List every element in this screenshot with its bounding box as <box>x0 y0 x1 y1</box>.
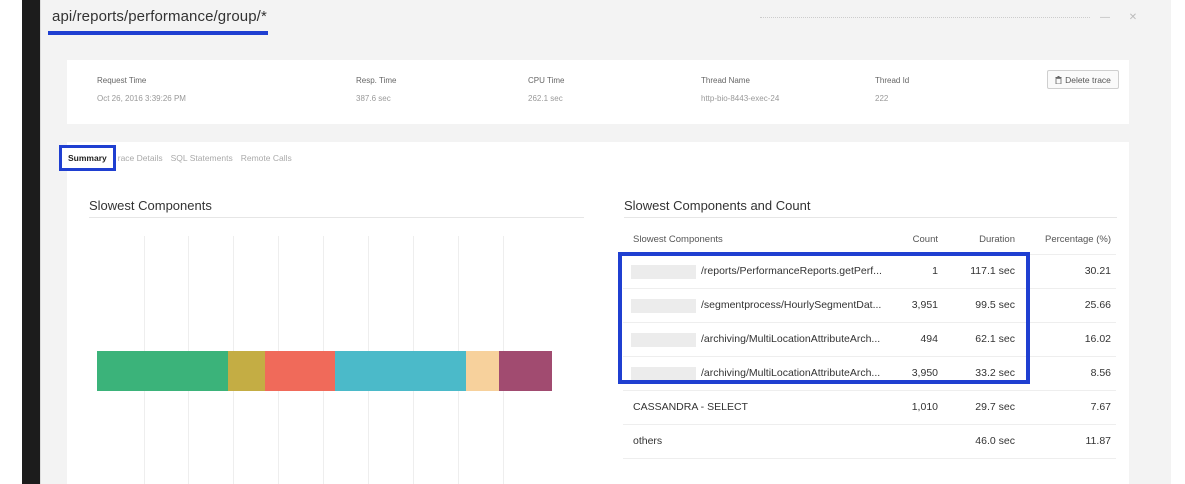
stacked-bar-segment[interactable] <box>265 351 335 391</box>
stacked-bar-segment[interactable] <box>228 351 265 391</box>
component-name: CASSANDRA - SELECT <box>633 401 748 413</box>
cpu-time-field: CPU Time 262.1 sec <box>528 76 564 103</box>
resp-time-label: Resp. Time <box>356 76 397 85</box>
thread-id-label: Thread Id <box>875 76 910 85</box>
slowest-components-title: Slowest Components <box>89 198 212 213</box>
header-duration: Duration <box>979 234 1015 245</box>
header-slowest-components: Slowest Components <box>633 234 723 245</box>
component-count: 1 <box>932 265 938 277</box>
table-row[interactable]: /segmentprocess/HourlySegmentDat... 3,95… <box>623 289 1116 323</box>
component-duration: 99.5 sec <box>975 299 1015 311</box>
component-count: 3,951 <box>911 299 938 311</box>
table-row[interactable]: /reports/PerformanceReports.getPerf... 1… <box>623 255 1116 289</box>
cpu-time-label: CPU Time <box>528 76 565 85</box>
component-count: 3,950 <box>911 367 938 379</box>
delete-trace-label: Delete trace <box>1065 74 1111 85</box>
tab-trace-details[interactable]: race Details <box>118 153 163 163</box>
component-name: /archiving/MultiLocationAttributeArch... <box>701 367 881 379</box>
component-name: /segmentprocess/HourlySegmentDat... <box>701 299 882 311</box>
tab-bar: Summary race Details SQL Statements Remo… <box>59 142 1129 174</box>
title-highlight-underline <box>48 31 268 35</box>
table-header-row: Slowest Components Count Duration Percen… <box>623 226 1116 255</box>
tab-summary[interactable]: Summary <box>59 145 116 171</box>
redacted-prefix <box>631 299 696 313</box>
thread-id-field: Thread Id 222 <box>875 76 909 103</box>
component-percentage: 30.21 <box>1084 265 1111 277</box>
component-percentage: 7.67 <box>1090 401 1111 413</box>
stacked-bar-segment[interactable] <box>499 351 552 391</box>
component-name: /reports/PerformanceReports.getPerf... <box>701 265 882 277</box>
table-row[interactable]: /archiving/MultiLocationAttributeArch...… <box>623 323 1116 357</box>
resp-time-field: Resp. Time 387.6 sec <box>356 76 396 103</box>
component-duration: 46.0 sec <box>975 435 1015 447</box>
component-percentage: 25.66 <box>1084 299 1111 311</box>
left-section-divider <box>89 217 584 218</box>
thread-name-value: http-bio-8443-exec-24 <box>701 94 780 103</box>
thread-id-value: 222 <box>875 94 889 103</box>
component-duration: 117.1 sec <box>970 265 1015 277</box>
component-count: 1,010 <box>911 401 938 413</box>
thread-name-field: Thread Name http-bio-8443-exec-24 <box>701 76 779 103</box>
right-section-divider <box>624 217 1117 218</box>
request-time-value: Oct 26, 2016 3:39:26 PM <box>97 94 186 103</box>
redacted-prefix <box>631 367 696 381</box>
tab-sql-statements[interactable]: SQL Statements <box>171 153 233 163</box>
component-percentage: 16.02 <box>1084 333 1111 345</box>
component-duration: 29.7 sec <box>975 401 1015 413</box>
left-dark-bar <box>22 0 40 484</box>
table-row[interactable]: /archiving/MultiLocationAttributeArch...… <box>623 357 1116 391</box>
redacted-prefix <box>631 333 696 347</box>
trash-icon <box>1055 75 1062 84</box>
header-percentage: Percentage (%) <box>1044 234 1111 245</box>
cpu-time-value: 262.1 sec <box>528 94 563 103</box>
redacted-prefix <box>631 265 696 279</box>
resp-time-value: 387.6 sec <box>356 94 391 103</box>
window-controls[interactable]: — ✕ <box>1100 12 1145 23</box>
header-count: Count <box>912 234 938 245</box>
trace-info-card: Request Time Oct 26, 2016 3:39:26 PM Res… <box>67 60 1129 124</box>
table-row[interactable]: others 46.0 sec 11.87 <box>623 425 1116 459</box>
component-duration: 62.1 sec <box>975 333 1015 345</box>
table-row[interactable]: CASSANDRA - SELECT 1,010 29.7 sec 7.67 <box>623 391 1116 425</box>
slowest-components-table: Slowest Components Count Duration Percen… <box>623 226 1116 459</box>
request-time-field: Request Time Oct 26, 2016 3:39:26 PM <box>97 76 186 103</box>
tab-remote-calls[interactable]: Remote Calls <box>241 153 292 163</box>
component-count: 494 <box>920 333 938 345</box>
component-duration: 33.2 sec <box>975 367 1015 379</box>
slowest-components-count-title: Slowest Components and Count <box>624 198 811 213</box>
component-name: /archiving/MultiLocationAttributeArch... <box>701 333 881 345</box>
top-divider <box>760 17 1090 20</box>
thread-name-label: Thread Name <box>701 76 750 85</box>
component-percentage: 8.56 <box>1090 367 1111 379</box>
slowest-components-chart <box>97 236 552 484</box>
stacked-bar-segment[interactable] <box>97 351 228 391</box>
page-title: api/reports/performance/group/* <box>52 8 267 25</box>
stacked-bar-segment[interactable] <box>466 351 499 391</box>
component-name: others <box>633 435 663 447</box>
request-time-label: Request Time <box>97 76 147 85</box>
stacked-bar-segment[interactable] <box>335 351 466 391</box>
component-percentage: 11.87 <box>1085 435 1112 447</box>
delete-trace-button[interactable]: Delete trace <box>1047 70 1119 89</box>
